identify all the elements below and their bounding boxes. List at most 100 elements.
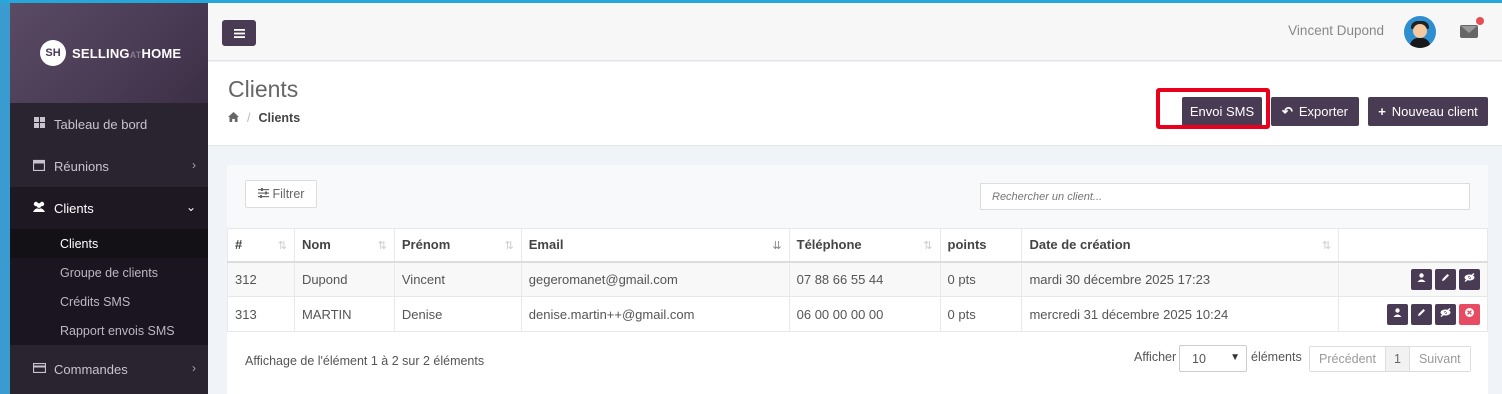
column-header-telephone[interactable]: Téléphone ⇅ [788,228,941,263]
sidebar-item-label: Réunions [54,158,109,174]
view-profile-button[interactable] [1387,303,1408,325]
pagination: Précédent 1 Suivant [1309,346,1471,372]
filter-label: Filtrer [272,187,305,201]
calendar-icon [32,159,46,174]
chevron-down-icon: ⌄ [185,200,196,214]
menu-toggle-button[interactable] [222,20,256,46]
breadcrumb-separator: / [247,111,251,125]
sidebar-item-orders[interactable]: Commandes › [10,348,208,390]
logo-name-part2: HOME [141,45,182,61]
cell-prenom: Denise [393,296,522,332]
clients-submenu: Clients Groupe de clients Crédits SMS Ra… [10,229,208,345]
pagination-page-1[interactable]: 1 [1385,347,1410,371]
cell-nom: Dupond [293,261,395,297]
column-header-nom[interactable]: Nom ⇅ [293,228,395,263]
table-header-row: # ⇅ Nom ⇅ Prénom ⇅ Email ⇊ Téléphone ⇅ points… [227,228,1488,263]
logo-name-at: AT [129,49,142,60]
notification-dot [1476,17,1484,25]
cell-date: mardi 30 décembre 2025 17:23 [1021,261,1340,297]
sidebar: SH SELLINGATHOME Tableau de bord Réunion… [0,3,208,394]
edit-button[interactable] [1435,268,1456,290]
page-length-suffix: éléments [1251,350,1302,364]
cell-prenom: Vincent [393,261,522,297]
sms-button-highlight [1156,88,1270,129]
export-label: Exporter [1298,104,1349,119]
top-header: Vincent Dupond [208,3,1502,61]
edit-button[interactable] [1411,303,1432,325]
view-profile-button[interactable] [1411,268,1432,290]
sort-icon: ⇅ [504,240,514,252]
cell-id: 312 [227,261,295,297]
submenu-item-client-groups[interactable]: Groupe de clients [10,258,208,287]
users-icon [32,201,46,215]
sort-icon: ⇅ [277,240,287,252]
page-length-label: Afficher [1134,350,1177,364]
credit-card-icon [32,362,46,376]
cell-date: mercredi 31 décembre 2025 10:24 [1021,296,1340,332]
eye-slash-icon [1440,307,1451,317]
brand-logo[interactable]: SH SELLINGATHOME [10,3,208,103]
sort-desc-icon: ⇊ [772,240,782,252]
column-header-date[interactable]: Date de création ⇅ [1021,228,1340,263]
avatar[interactable] [1404,16,1436,48]
pencil-icon [1442,273,1449,281]
eye-slash-icon [1464,272,1475,282]
hide-button[interactable] [1435,303,1456,325]
sort-icon: ⇅ [923,240,933,252]
user-name[interactable]: Vincent Dupond [1288,23,1384,38]
search-input[interactable] [980,183,1470,210]
user-icon [1417,273,1426,282]
sidebar-item-label: Tableau de bord [54,116,148,132]
cell-nom: MARTIN [293,296,395,332]
submenu-item-sms-report[interactable]: Rapport envois SMS [10,316,208,345]
home-icon[interactable] [228,111,239,125]
table-row[interactable]: 313 MARTIN Denise denise.martin++@gmail.… [227,296,1488,332]
cell-telephone: 07 88 66 55 44 [788,261,941,297]
submenu-item-clients[interactable]: Clients [10,229,208,258]
column-header-email[interactable]: Email ⇊ [520,228,790,263]
sort-icon: ⇅ [377,240,387,252]
pagination-next[interactable]: Suivant [1409,347,1470,371]
sliders-icon [257,187,269,201]
table-info: Affichage de l'élément 1 à 2 sur 2 éléme… [245,354,485,368]
hide-button[interactable] [1459,268,1480,290]
cell-email: gegeromanet@gmail.com [520,261,790,297]
new-client-label: Nouveau client [1391,104,1478,119]
new-client-button[interactable]: + Nouveau client [1368,97,1488,126]
cell-points: 0 pts [939,296,1023,332]
pagination-previous[interactable]: Précédent [1310,347,1386,371]
hamburger-icon [233,28,245,38]
page-length-value: 10 [1192,351,1206,366]
cell-actions [1338,261,1488,297]
column-header-prenom[interactable]: Prénom ⇅ [393,228,522,263]
cell-email: denise.martin++@gmail.com [520,296,790,332]
sidebar-item-label: Commandes [54,361,128,377]
logo-text: SELLINGATHOME [72,46,181,61]
sidebar-item-clients[interactable]: Clients ⌄ [10,187,208,229]
mail-icon[interactable] [1460,17,1484,38]
sort-icon: ⇅ [1321,240,1332,252]
filter-button[interactable]: Filtrer [245,180,317,208]
table-row[interactable]: 312 Dupond Vincent gegeromanet@gmail.com… [227,261,1488,297]
logo-mark: SH [40,40,66,66]
logo-name-part1: SELLING [72,45,130,61]
chevron-right-icon: › [192,158,196,172]
page-title: Clients [228,76,299,102]
column-header-id[interactable]: # ⇅ [227,228,295,263]
export-button[interactable]: ↶ Exporter [1271,97,1359,126]
sidebar-item-dashboard[interactable]: Tableau de bord [10,103,208,145]
clients-card: Filtrer #⇅ Nom⇅ Prénom⇅ Email⇊ Téléphone… [227,165,1488,394]
clients-table: # ⇅ Nom ⇅ Prénom ⇅ Email ⇊ Téléphone ⇅ points… [227,228,1488,332]
cell-actions [1338,296,1488,332]
dashboard-icon [32,117,46,131]
close-icon [1465,307,1474,317]
sidebar-item-meetings[interactable]: Réunions › [10,145,208,187]
delete-button[interactable] [1459,303,1480,325]
breadcrumb: / Clients [228,111,300,125]
pencil-icon [1418,308,1425,316]
page-length-select[interactable]: 10 ▼ [1179,345,1247,372]
submenu-item-sms-credits[interactable]: Crédits SMS [10,287,208,316]
breadcrumb-current: Clients [258,111,301,125]
column-header-points: points [939,228,1023,263]
cell-telephone: 06 00 00 00 00 [788,296,941,332]
